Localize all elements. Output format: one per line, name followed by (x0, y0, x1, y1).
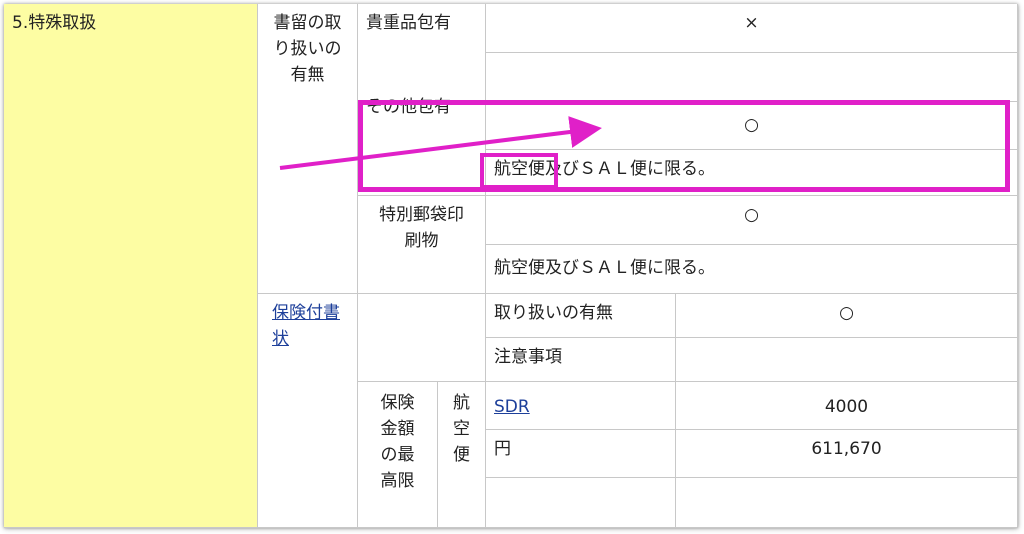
screenshot-frame: 5.特殊取扱 書留の取り扱いの有無 貴重品包有 その他包有 × ○ 航空便及びＳ… (4, 4, 1018, 528)
annotation-arrow (279, 116, 602, 170)
